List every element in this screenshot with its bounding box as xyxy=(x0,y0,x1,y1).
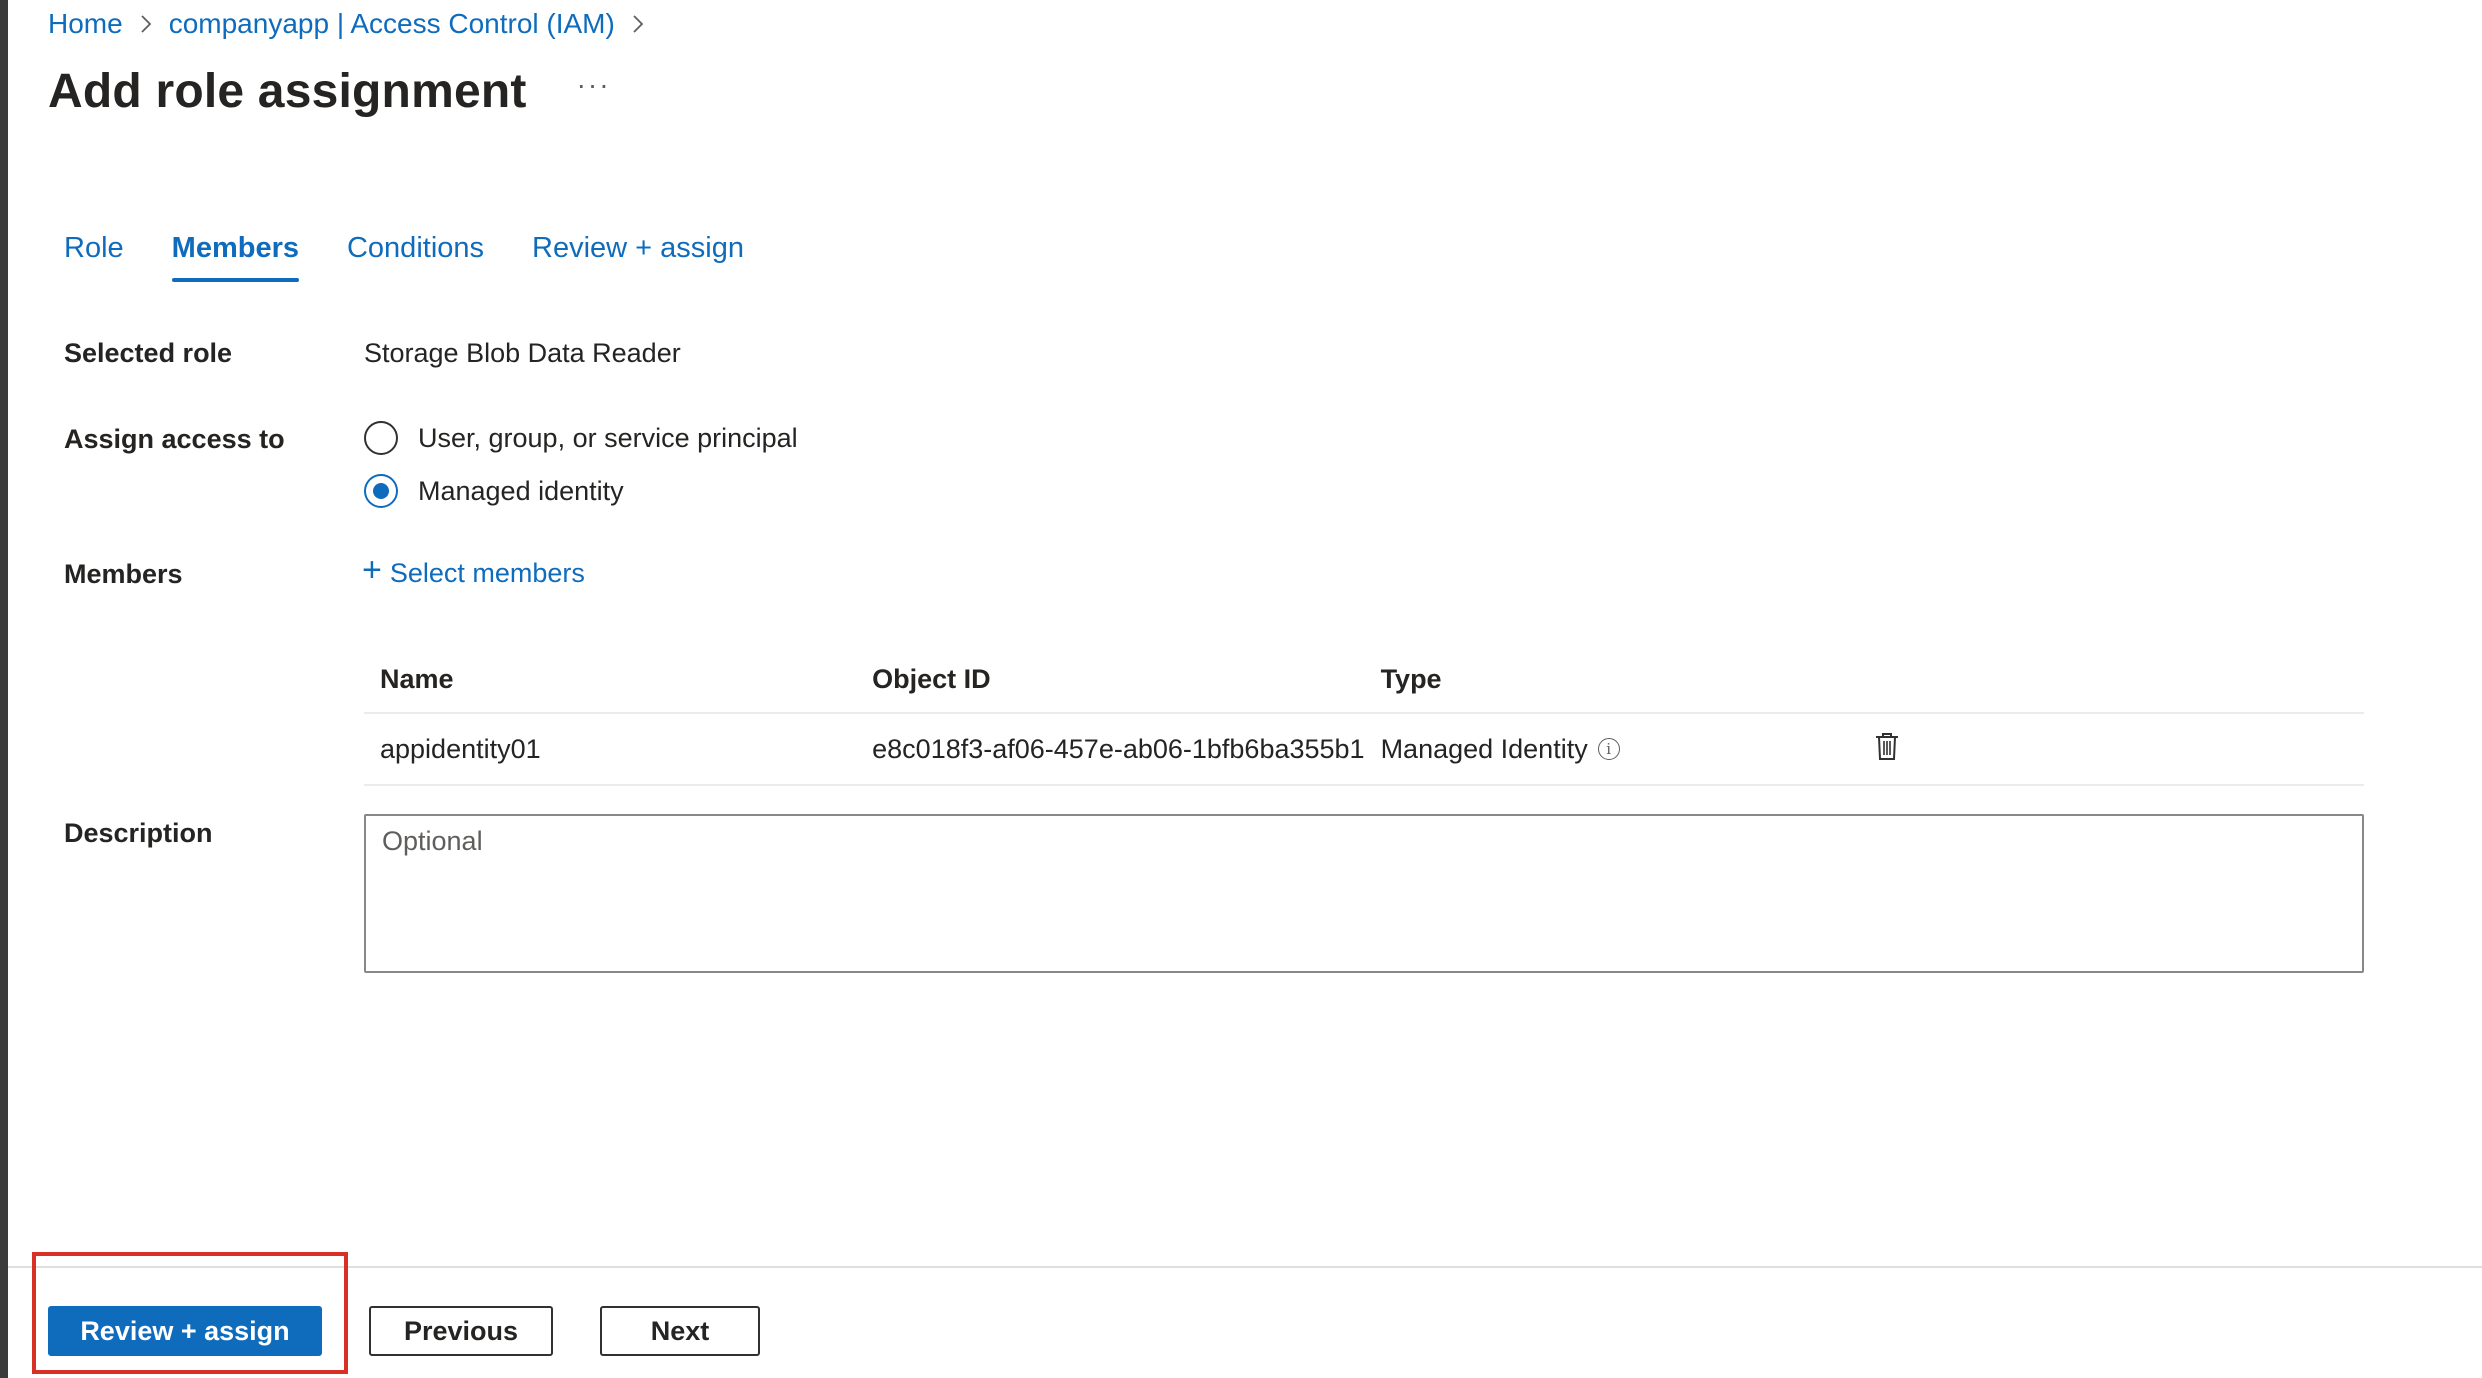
selected-role-value: Storage Blob Data Reader xyxy=(364,338,681,368)
table-header-row: Name Object ID Type xyxy=(364,646,2364,714)
assign-access-label: Assign access to xyxy=(64,424,285,454)
radio-label: Managed identity xyxy=(418,475,624,506)
select-members-link[interactable]: + Select members xyxy=(362,551,585,590)
breadcrumb-home[interactable]: Home xyxy=(48,8,123,40)
member-actions-cell xyxy=(1857,713,2364,786)
member-object-id: e8c018f3-af06-457e-ab06-1bfb6ba355b1 xyxy=(856,713,1365,786)
column-header-object-id: Object ID xyxy=(856,646,1365,714)
members-table: Name Object ID Type appidentity01 e8c018… xyxy=(364,646,2364,786)
plus-icon: + xyxy=(362,551,382,589)
trash-icon[interactable] xyxy=(1874,731,1900,761)
chevron-right-icon xyxy=(631,13,645,35)
table-row: appidentity01 e8c018f3-af06-457e-ab06-1b… xyxy=(364,713,2364,786)
next-button[interactable]: Next xyxy=(600,1306,760,1356)
page-title: Add role assignment xyxy=(48,64,527,118)
description-label: Description xyxy=(64,818,213,848)
more-icon[interactable]: ··· xyxy=(577,69,611,101)
info-icon[interactable]: i xyxy=(1597,738,1620,760)
radio-user-group-sp[interactable]: User, group, or service principal xyxy=(364,421,798,455)
breadcrumb-iam[interactable]: companyapp | Access Control (IAM) xyxy=(169,8,615,40)
tab-members[interactable]: Members xyxy=(171,226,300,282)
window-edge xyxy=(0,0,8,1378)
description-input[interactable] xyxy=(364,814,2364,973)
page: Home companyapp | Access Control (IAM) A… xyxy=(0,0,2482,1378)
tab-role[interactable]: Role xyxy=(64,226,124,280)
previous-button[interactable]: Previous xyxy=(369,1306,553,1356)
members-label: Members xyxy=(64,559,183,589)
select-members-label: Select members xyxy=(389,557,585,588)
tab-conditions[interactable]: Conditions xyxy=(347,226,484,280)
tab-bar: Role Members Conditions Review + assign xyxy=(64,226,792,286)
breadcrumb: Home companyapp | Access Control (IAM) xyxy=(48,4,661,44)
chevron-right-icon xyxy=(139,13,153,35)
radio-button[interactable] xyxy=(364,421,398,455)
selected-role-label: Selected role xyxy=(64,338,233,368)
radio-button-checked[interactable] xyxy=(364,474,398,508)
column-header-name: Name xyxy=(364,646,857,714)
radio-label: User, group, or service principal xyxy=(418,422,798,453)
member-name: appidentity01 xyxy=(364,713,857,786)
column-header-actions xyxy=(1857,646,2364,714)
title-row: Add role assignment ··· xyxy=(48,56,611,126)
review-assign-button[interactable]: Review + assign xyxy=(48,1306,322,1356)
column-header-type: Type xyxy=(1364,646,1858,714)
tab-review-assign[interactable]: Review + assign xyxy=(532,226,744,280)
member-type: Managed Identity xyxy=(1380,733,1588,764)
radio-managed-identity[interactable]: Managed identity xyxy=(364,474,624,508)
member-type-cell: Managed Identity i xyxy=(1364,713,1858,786)
